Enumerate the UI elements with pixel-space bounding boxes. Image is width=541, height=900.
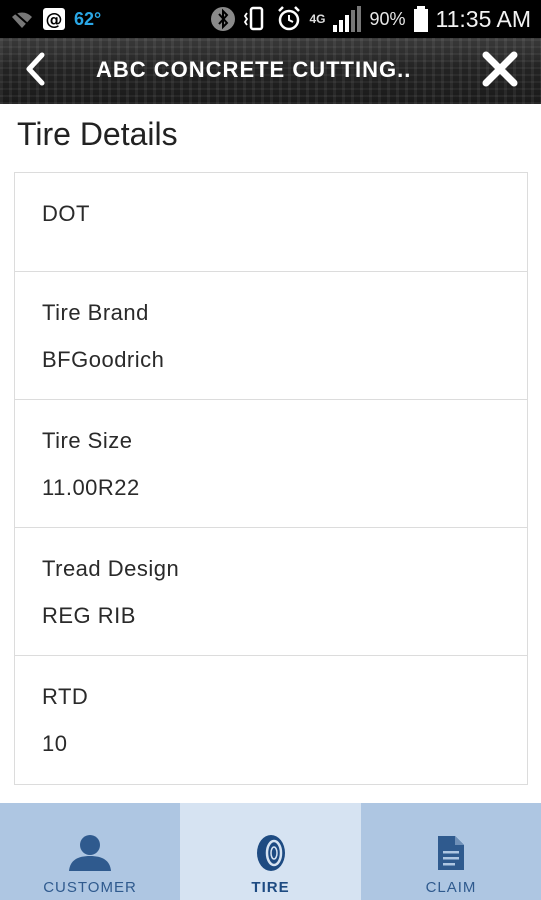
tab-label: CLAIM xyxy=(425,879,477,896)
person-icon xyxy=(66,833,114,873)
chevron-left-icon xyxy=(24,52,46,91)
vibrate-icon xyxy=(243,5,269,33)
toolbar-title: ABC CONCRETE CUTTING.. xyxy=(96,57,412,82)
detail-row-rtd: RTD 10 xyxy=(15,656,527,784)
detail-label: Tread Design xyxy=(42,556,180,581)
detail-label: Tire Brand xyxy=(42,300,149,325)
tab-label: TIRE xyxy=(251,879,290,896)
network-type-icon: 4G xyxy=(309,12,326,26)
tire-details-card: DOT Tire Brand BFGoodrich Tire Size 11.0… xyxy=(14,172,528,785)
status-bar-right: 4G 90% 11:35 AM xyxy=(210,5,531,33)
detail-row-tread-design: Tread Design REG RIB xyxy=(15,528,527,656)
detail-row-dot: DOT xyxy=(15,173,527,272)
signal-icon xyxy=(332,5,362,33)
clock-time: 11:35 AM xyxy=(435,5,531,32)
tab-claim[interactable]: CLAIM xyxy=(361,803,541,900)
email-icon: @ xyxy=(42,7,66,31)
bottom-navigation: CUSTOMER TIRE CLAIM xyxy=(0,803,541,900)
detail-value: 11.00R22 xyxy=(42,475,140,500)
tab-customer[interactable]: CUSTOMER xyxy=(0,803,180,900)
bluetooth-icon xyxy=(210,6,236,32)
detail-label: RTD xyxy=(42,684,89,709)
close-button[interactable] xyxy=(479,50,521,92)
status-bar: @ 62° 4G 90% 11:35 AM xyxy=(0,0,541,38)
wifi-off-icon xyxy=(10,9,34,29)
detail-row-tire-size: Tire Size 11.00R22 xyxy=(15,400,527,528)
detail-value: REG RIB xyxy=(42,603,136,628)
detail-row-tire-brand: Tire Brand BFGoodrich xyxy=(15,272,527,400)
page-title: Tire Details xyxy=(17,116,178,152)
battery-percent: 90% xyxy=(369,8,406,29)
tire-icon xyxy=(255,833,287,873)
svg-text:@: @ xyxy=(46,10,63,30)
alarm-icon xyxy=(276,5,302,33)
detail-label: DOT xyxy=(42,201,90,226)
temperature-readout: 62° xyxy=(74,8,102,29)
tab-label: CUSTOMER xyxy=(43,879,137,896)
detail-value: BFGoodrich xyxy=(42,347,165,372)
document-icon xyxy=(436,833,466,873)
status-bar-left: @ 62° xyxy=(10,7,101,31)
battery-icon xyxy=(413,5,429,33)
tab-tire[interactable]: TIRE xyxy=(180,803,361,900)
app-toolbar: ABC CONCRETE CUTTING.. xyxy=(0,38,541,104)
back-button[interactable] xyxy=(18,52,52,90)
detail-value: 10 xyxy=(42,731,68,756)
detail-label: Tire Size xyxy=(42,428,133,453)
close-icon xyxy=(481,50,519,93)
